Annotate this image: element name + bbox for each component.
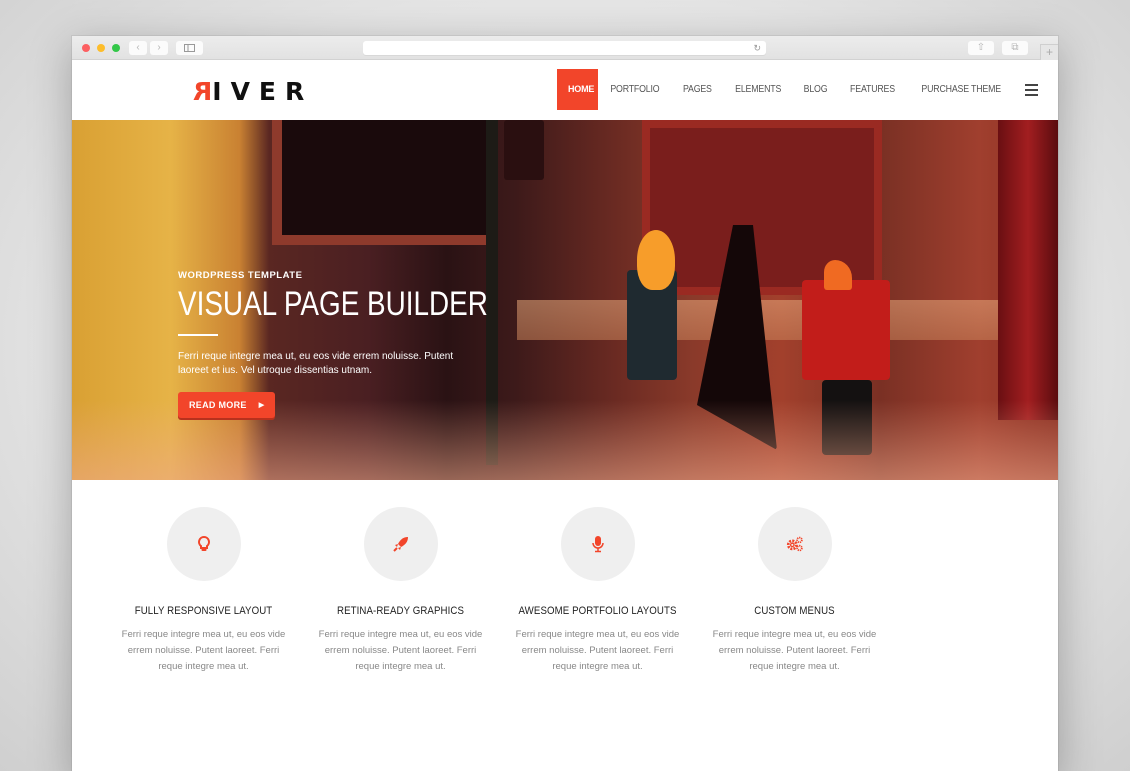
new-tab-button[interactable]: +: [1040, 44, 1058, 60]
nav-purchase-theme[interactable]: PURCHASE THEME: [913, 69, 1008, 110]
hero-eyebrow: WORDPRESS TEMPLATE: [178, 270, 303, 281]
feature-card: RETINA-READY GRAPHICS Ferri reque integr…: [302, 507, 499, 675]
feature-title: AWESOME PORTFOLIO LAYOUTS: [518, 605, 677, 617]
site-logo[interactable]: RIVER: [184, 77, 313, 106]
nav-portfolio[interactable]: PORTFOLIO: [602, 69, 667, 110]
hero-illustration-traffic-light: [504, 120, 544, 180]
hero-illustration-window: [272, 120, 497, 245]
features-row: FULLY RESPONSIVE LAYOUT Ferri reque inte…: [105, 507, 893, 675]
maximize-window-button[interactable]: [112, 44, 120, 52]
feature-card: FULLY RESPONSIVE LAYOUT Ferri reque inte…: [105, 507, 302, 675]
feature-text: Ferri reque integre mea ut, eu eos vide …: [515, 629, 680, 672]
browser-toolbar: ‹ › ↻ ⇧ ⧉ +: [72, 36, 1058, 60]
address-bar[interactable]: ↻: [363, 41, 766, 55]
play-arrow-icon: ▶: [258, 402, 265, 409]
chevron-left-icon: ‹: [136, 42, 140, 53]
feature-title: CUSTOM MENUS: [754, 605, 835, 617]
read-more-label: READ MORE: [189, 400, 247, 410]
hero-text: Ferri reque integre mea ut, eu eos vide …: [178, 351, 454, 376]
feature-icon-circle: [166, 507, 241, 581]
hero-figure-red-coat: [802, 280, 890, 380]
feature-card: AWESOME PORTFOLIO LAYOUTS Ferri reque in…: [499, 507, 696, 675]
nav-blog[interactable]: BLOG: [796, 69, 836, 110]
tabs-overview-button[interactable]: ⧉: [1002, 41, 1028, 55]
tabs-icon: ⧉: [1011, 42, 1019, 53]
hero-illustration-curtain: [998, 120, 1058, 420]
microphone-icon: [591, 536, 604, 553]
feature-text: Ferri reque integre mea ut, eu eos vide …: [712, 629, 877, 672]
minimize-window-button[interactable]: [97, 44, 105, 52]
feature-icon-circle: [757, 507, 832, 581]
main-nav: HOME PORTFOLIO PAGES ELEMENTS BLOG FEATU…: [557, 69, 1039, 110]
hamburger-icon[interactable]: [1025, 83, 1039, 96]
read-more-button[interactable]: READ MORE ▶: [178, 392, 276, 418]
rocket-icon: [392, 537, 408, 552]
logo-text: IVER: [212, 77, 314, 106]
nav-elements[interactable]: ELEMENTS: [727, 69, 789, 110]
share-icon: ⇧: [976, 42, 986, 53]
site-header: RIVER HOME PORTFOLIO PAGES ELEMENTS BLOG…: [72, 60, 1058, 120]
feature-text: Ferri reque integre mea ut, eu eos vide …: [121, 629, 286, 672]
hero-slider: WORDPRESS TEMPLATE VISUAL PAGE BUILDER F…: [72, 120, 1058, 480]
hero-figure-girl-hair: [637, 230, 675, 290]
chevron-right-icon: ›: [157, 42, 161, 53]
feature-card: CUSTOM MENUS Ferri reque integre mea ut,…: [696, 507, 893, 675]
feature-title: FULLY RESPONSIVE LAYOUT: [134, 605, 273, 617]
nav-features[interactable]: FEATURES: [842, 69, 903, 110]
nav-home[interactable]: HOME: [557, 69, 598, 110]
forward-button[interactable]: ›: [150, 41, 168, 55]
reload-icon[interactable]: ↻: [753, 41, 761, 55]
logo-mirrored-r: R: [184, 77, 213, 106]
hero-divider: [178, 334, 218, 336]
hero-illustration-porch: [517, 300, 1058, 340]
feature-title: RETINA-READY GRAPHICS: [337, 605, 464, 617]
hero-title: VISUAL PAGE BUILDER: [178, 285, 488, 323]
lightbulb-icon: [197, 535, 210, 551]
close-window-button[interactable]: [82, 44, 90, 52]
plus-icon: +: [1045, 45, 1053, 59]
feature-text: Ferri reque integre mea ut, eu eos vide …: [318, 629, 483, 672]
nav-pages[interactable]: PAGES: [675, 69, 720, 110]
feature-icon-circle: [363, 507, 438, 581]
gears-icon: [786, 536, 803, 552]
hero-content: WORDPRESS TEMPLATE VISUAL PAGE BUILDER F…: [178, 270, 556, 418]
sidebar-icon: [184, 44, 195, 52]
feature-icon-circle: [560, 507, 635, 581]
back-button[interactable]: ‹: [129, 41, 147, 55]
share-button[interactable]: ⇧: [968, 41, 994, 55]
sidebar-toggle-button[interactable]: [176, 41, 203, 55]
